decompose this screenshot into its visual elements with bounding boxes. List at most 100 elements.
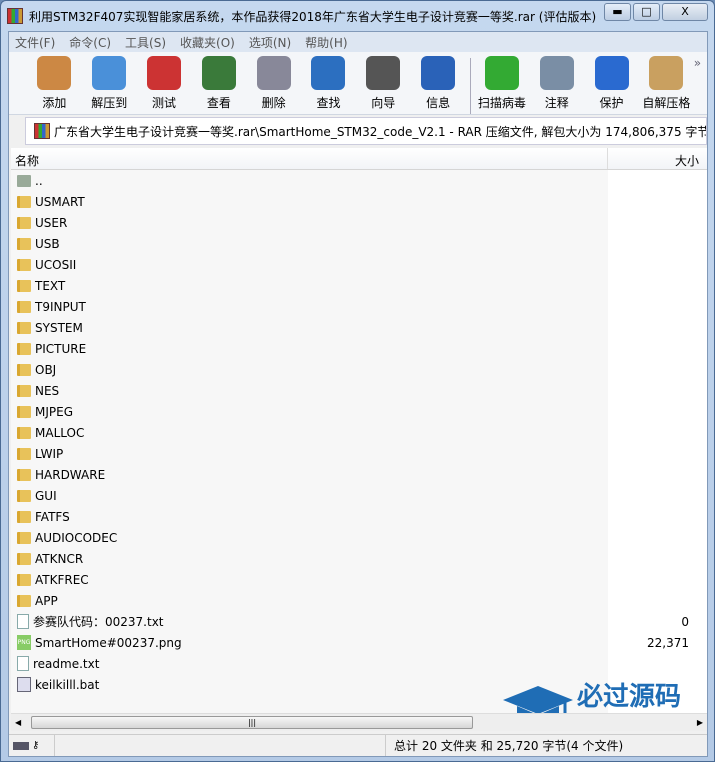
- folder-icon: [17, 447, 31, 460]
- file-row[interactable]: readme.txt: [11, 653, 707, 674]
- file-name: ATKFREC: [35, 572, 89, 587]
- text-file-icon: [17, 656, 29, 671]
- file-row[interactable]: T9INPUT: [11, 296, 707, 317]
- file-name: readme.txt: [33, 656, 100, 671]
- toolbar-button[interactable]: 添加: [27, 56, 82, 111]
- file-row[interactable]: OBJ: [11, 359, 707, 380]
- file-row[interactable]: USER: [11, 212, 707, 233]
- file-name: USMART: [35, 194, 85, 209]
- toolbar-button-label: 保护: [599, 96, 624, 110]
- folder-icon: [17, 300, 31, 313]
- file-row[interactable]: NES: [11, 380, 707, 401]
- column-header-size[interactable]: 大小: [608, 148, 707, 169]
- toolbar-button[interactable]: 测试: [137, 56, 192, 111]
- toolbar-button-label: 向导: [371, 96, 396, 110]
- file-name: LWIP: [35, 446, 64, 461]
- file-row[interactable]: GUI: [11, 485, 707, 506]
- toolbar-button[interactable]: 扫描病毒: [475, 56, 530, 111]
- toolbar-button-label: 删除: [261, 96, 286, 110]
- drive-icon[interactable]: [13, 741, 29, 750]
- folder-icon: [17, 363, 31, 376]
- toolbar-button-label: 添加: [42, 96, 67, 110]
- window-title: 利用STM32F407实现智能家居系统，本作品获得2018年广东省大学生电子设计…: [29, 9, 597, 24]
- text-file-icon: [17, 614, 29, 629]
- png-file-icon: PNG: [17, 635, 31, 650]
- scroll-right-arrow-icon[interactable]: ▶: [697, 718, 707, 727]
- toolbar-overflow-button[interactable]: »: [694, 56, 707, 70]
- column-header-name[interactable]: 名称: [11, 148, 608, 169]
- file-name: PICTURE: [35, 341, 87, 356]
- file-row[interactable]: MJPEG: [11, 401, 707, 422]
- folder-icon: [17, 258, 31, 271]
- file-name: APP: [35, 593, 58, 608]
- file-row[interactable]: ATKNCR: [11, 548, 707, 569]
- toolbar-separator: [469, 58, 471, 114]
- comment-icon: [539, 56, 574, 90]
- toolbar-button-label: 注释: [544, 96, 569, 110]
- scrollbar-thumb[interactable]: |||: [31, 716, 473, 729]
- menu-item[interactable]: 命令(C): [69, 34, 111, 50]
- toolbar-button[interactable]: 保护: [584, 56, 639, 111]
- file-row[interactable]: SYSTEM: [11, 317, 707, 338]
- file-row[interactable]: APP: [11, 590, 707, 611]
- folder-icon: [17, 426, 31, 439]
- menu-item[interactable]: 文件(F): [15, 34, 55, 50]
- toolbar-button[interactable]: 信息: [411, 56, 466, 111]
- folder-icon: [17, 216, 31, 229]
- file-name: ATKNCR: [35, 551, 84, 566]
- file-row[interactable]: ..: [11, 170, 707, 191]
- file-row[interactable]: HARDWARE: [11, 464, 707, 485]
- extract-folder-icon: [92, 56, 127, 90]
- folder-icon: [17, 552, 31, 565]
- file-row[interactable]: UCOSII: [11, 254, 707, 275]
- folder-icon: [17, 573, 31, 586]
- maximize-button[interactable]: □: [633, 3, 660, 21]
- batch-file-icon: [17, 677, 31, 692]
- file-name: SmartHome#00237.png: [35, 635, 182, 650]
- horizontal-scrollbar[interactable]: ◀ ||| ▶: [11, 713, 707, 731]
- minimize-button[interactable]: ▬: [604, 3, 631, 21]
- toolbar-button-label: 信息: [426, 96, 451, 110]
- toolbar-button[interactable]: 删除: [246, 56, 301, 111]
- file-row[interactable]: 参赛队代码：00237.txt 0: [11, 611, 707, 632]
- toolbar-button[interactable]: 向导: [356, 56, 411, 111]
- toolbar-button[interactable]: 查找: [301, 56, 356, 111]
- folder-icon: [17, 279, 31, 292]
- folder-icon: [17, 405, 31, 418]
- toolbar-button[interactable]: 注释: [529, 56, 584, 111]
- status-bar: ⚷ 总计 20 文件夹 和 25,720 字节(4 个文件): [9, 734, 707, 756]
- toolbar-button[interactable]: 自解压格: [639, 56, 694, 111]
- folder-icon: [17, 531, 31, 544]
- file-row[interactable]: ATKFREC: [11, 569, 707, 590]
- toolbar-button[interactable]: 解压到: [82, 56, 137, 111]
- menu-item[interactable]: 工具(S): [125, 34, 166, 50]
- menu-item[interactable]: 收藏夹(O): [180, 34, 235, 50]
- file-row[interactable]: AUDIOCODEC: [11, 527, 707, 548]
- toolbar-button[interactable]: 查看: [191, 56, 246, 111]
- scroll-left-arrow-icon[interactable]: ◀: [11, 718, 21, 727]
- file-row[interactable]: USMART: [11, 191, 707, 212]
- menu-item[interactable]: 选项(N): [249, 34, 291, 50]
- file-name: FATFS: [35, 509, 70, 524]
- toolbar-button-label: 自解压格: [642, 96, 691, 110]
- menu-item[interactable]: 帮助(H): [305, 34, 347, 50]
- file-row[interactable]: PICTURE: [11, 338, 707, 359]
- file-name: T9INPUT: [35, 299, 86, 314]
- close-button[interactable]: X: [662, 3, 708, 21]
- toolbar-button-label: 解压到: [91, 96, 128, 110]
- file-row[interactable]: USB: [11, 233, 707, 254]
- status-text: 总计 20 文件夹 和 25,720 字节(4 个文件): [394, 739, 624, 753]
- file-row[interactable]: MALLOC: [11, 422, 707, 443]
- file-row[interactable]: LWIP: [11, 443, 707, 464]
- virus-scan-icon: [484, 56, 519, 90]
- client-area: 文件(F) 命令(C) 工具(S) 收藏夹(O) 选项(N) 帮助(H) 添加 解压到 测试 查…: [8, 31, 708, 757]
- file-name: OBJ: [35, 362, 57, 377]
- file-row[interactable]: FATFS: [11, 506, 707, 527]
- file-size: 22,371: [647, 635, 689, 650]
- file-name: USER: [35, 215, 68, 230]
- file-row[interactable]: TEXT: [11, 275, 707, 296]
- address-bar[interactable]: 广东省大学生电子设计竞赛一等奖.rar\SmartHome_STM32_code…: [25, 117, 707, 145]
- key-icon[interactable]: ⚷: [32, 740, 39, 751]
- wizard-wand-icon: [366, 56, 401, 90]
- file-row[interactable]: PNG SmartHome#00237.png 22,371: [11, 632, 707, 653]
